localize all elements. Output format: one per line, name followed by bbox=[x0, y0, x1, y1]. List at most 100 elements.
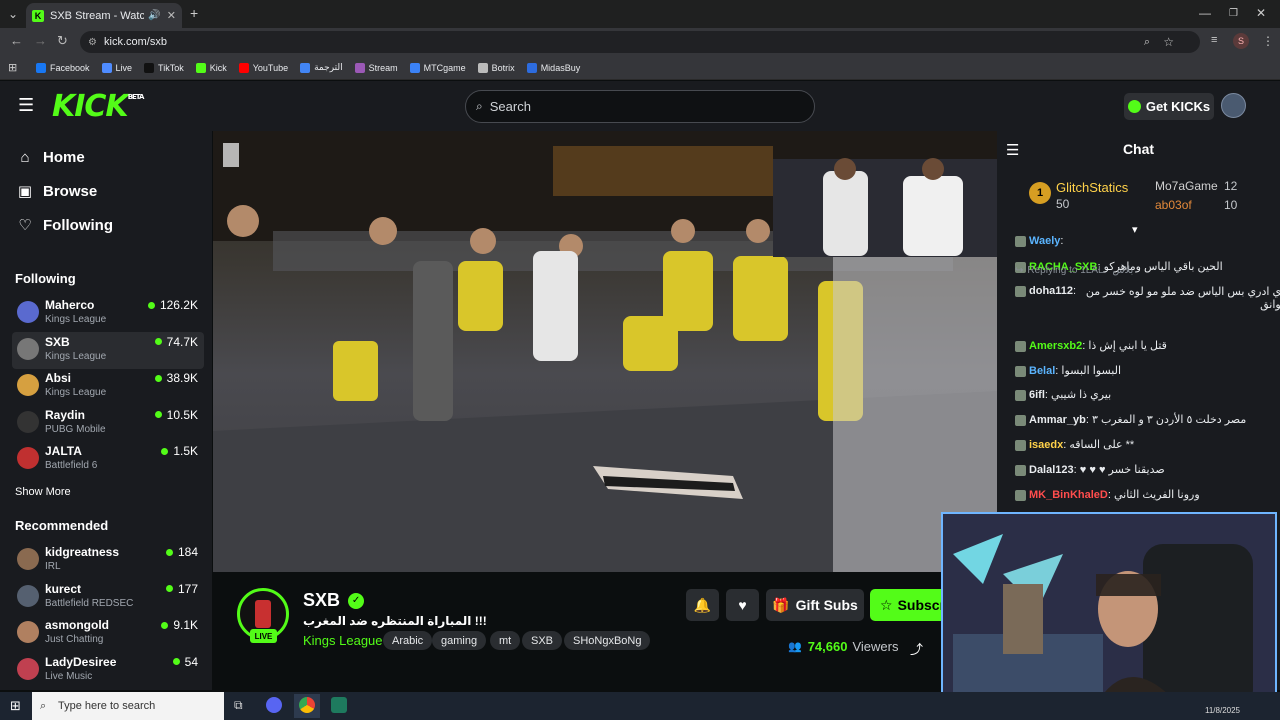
restore-icon[interactable]: ❐ bbox=[1229, 8, 1238, 19]
share-icon[interactable]: ⤴ bbox=[910, 639, 923, 658]
user-avatar[interactable] bbox=[1221, 93, 1246, 118]
stream-tag[interactable]: Arabic bbox=[383, 631, 433, 650]
close-tab-icon[interactable]: ✕ bbox=[167, 9, 176, 22]
bookmark-item[interactable]: MidasBuy bbox=[526, 62, 580, 73]
live-icon bbox=[101, 62, 112, 73]
bookmark-item[interactable]: Botrix bbox=[477, 62, 515, 73]
channel-name[interactable]: SXB bbox=[303, 590, 340, 611]
close-window-icon[interactable]: ✕ bbox=[1256, 6, 1266, 20]
gifter-3-count: 10 bbox=[1224, 198, 1238, 212]
expand-leaderboard-icon[interactable]: ▾ bbox=[1132, 223, 1138, 236]
kick-logo[interactable]: KICKBETA bbox=[52, 89, 144, 124]
bookmark-item[interactable]: Stream bbox=[354, 62, 398, 73]
bookmark-item[interactable]: الترجمة bbox=[300, 62, 343, 73]
chat-text: البسوا البسوا bbox=[1061, 365, 1122, 377]
video-player[interactable] bbox=[213, 131, 997, 572]
reload-icon[interactable]: ↻ bbox=[57, 33, 68, 49]
botrix-icon bbox=[477, 62, 488, 73]
gift-icon: 🎁 bbox=[772, 596, 790, 613]
viewer-count-value: 1.5K bbox=[173, 444, 198, 458]
zoom-icon[interactable]: ⌕ bbox=[1144, 36, 1150, 49]
nav-browse[interactable]: ▣ Browse bbox=[16, 182, 97, 201]
taskbar-search-input[interactable]: ⌕ Type here to search bbox=[32, 692, 224, 720]
sidebar-channel[interactable]: Raydin PUBG Mobile 10.5K bbox=[12, 405, 204, 442]
subscribe-button[interactable]: ☆ Subscr bbox=[870, 589, 944, 621]
url-field[interactable]: ⚙ kick.com/sxb ⌕ ☆ bbox=[80, 31, 1200, 53]
minimize-icon[interactable]: — bbox=[1199, 6, 1211, 20]
bookmark-label: TikTok bbox=[158, 62, 184, 73]
sidebar-channel[interactable]: Maherco Kings League 126.2K bbox=[12, 295, 204, 332]
logo-text: KICK bbox=[52, 89, 129, 124]
profile-avatar[interactable]: S bbox=[1233, 33, 1249, 49]
chat-username[interactable]: isaedx bbox=[1029, 439, 1063, 451]
viewer-count: 38.9K bbox=[154, 371, 198, 385]
top-gifter-name[interactable]: GlitchStatics bbox=[1056, 180, 1128, 195]
new-tab-icon[interactable]: + bbox=[190, 5, 198, 21]
sidebar-channel[interactable]: asmongold Just Chatting 9.1K bbox=[12, 615, 204, 652]
gifter-3-name[interactable]: ab03of bbox=[1155, 198, 1192, 212]
gift-subs-button[interactable]: 🎁 Gift Subs bbox=[766, 589, 864, 621]
discord-icon[interactable] bbox=[266, 697, 282, 713]
sidebar-channel[interactable]: Absi Kings League 38.9K bbox=[12, 368, 204, 405]
viewer-count: 54 bbox=[172, 655, 198, 669]
stream-tag[interactable]: gaming bbox=[432, 631, 487, 650]
audio-icon[interactable]: 🔊 bbox=[148, 10, 160, 21]
task-view-icon[interactable]: ⧉ bbox=[234, 698, 243, 713]
bookmark-label: Kick bbox=[209, 62, 227, 73]
chat-username[interactable]: Waely bbox=[1029, 235, 1060, 247]
sidebar-channel[interactable]: kidgreatness IRL 184 bbox=[12, 542, 204, 579]
rank-badge: 1 bbox=[1029, 182, 1051, 204]
chat-username[interactable]: Dalal123 bbox=[1029, 464, 1074, 476]
chat-username[interactable]: Belal bbox=[1029, 365, 1055, 377]
windows-start-icon[interactable]: ⊞ bbox=[10, 698, 21, 714]
search-input[interactable]: ⌕ Search bbox=[465, 90, 815, 123]
stream-tag[interactable]: SXB bbox=[522, 631, 563, 650]
stream-tag[interactable]: mt bbox=[490, 631, 521, 650]
bookmark-item[interactable]: TikTok bbox=[144, 62, 184, 73]
show-more-link[interactable]: Show More bbox=[15, 486, 71, 498]
get-kicks-button[interactable]: Get KICKs bbox=[1124, 93, 1214, 120]
forward-icon[interactable]: → bbox=[34, 33, 47, 48]
stream-tag[interactable]: SHoNgxBoNg bbox=[564, 631, 651, 650]
nav-home[interactable]: ⌂ Home bbox=[16, 149, 84, 166]
bookmark-item[interactable]: MTCgame bbox=[409, 62, 466, 73]
nav-following[interactable]: ♡ Following bbox=[16, 216, 113, 235]
bookmark-item[interactable]: Kick bbox=[195, 62, 227, 73]
live-dot-icon bbox=[161, 621, 169, 629]
bookmarks-bar: ⊞ Facebook Live TikTok Kick YouTube الترجمة St… bbox=[0, 56, 1280, 80]
apps-grid-icon[interactable]: ⊞ bbox=[8, 61, 17, 74]
browser-menu-icon[interactable]: ⋮ bbox=[1262, 34, 1274, 48]
browser-tab[interactable]: K SXB Stream - Watch Live on 🔊 ✕ bbox=[26, 3, 182, 28]
viewers-number: 74,660 bbox=[807, 639, 848, 654]
follow-button[interactable]: ♥ bbox=[726, 589, 759, 621]
stream-category[interactable]: Kings League bbox=[303, 633, 383, 648]
site-info-icon[interactable]: ⚙ bbox=[88, 37, 97, 48]
subscribe-label: Subscr bbox=[897, 597, 944, 613]
app-icon[interactable] bbox=[331, 697, 347, 713]
notifications-button[interactable]: 🔔 bbox=[686, 589, 719, 621]
sidebar-channel[interactable]: JALTA Battlefield 6 1.5K bbox=[12, 441, 204, 478]
viewer-count: 👥 74,660 Viewers bbox=[788, 639, 898, 654]
chat-username[interactable]: 6ifl bbox=[1029, 389, 1045, 401]
bookmark-item[interactable]: Live bbox=[101, 62, 132, 73]
channel-avatar bbox=[17, 548, 39, 570]
hamburger-menu-icon[interactable]: ☰ bbox=[18, 95, 34, 116]
viewer-count-value: 74.7K bbox=[166, 334, 198, 349]
bookmark-item[interactable]: YouTube bbox=[238, 62, 288, 73]
live-dot-icon bbox=[154, 411, 162, 418]
tab-list-icon[interactable]: ⌄ bbox=[8, 7, 18, 21]
bookmark-item[interactable]: Facebook bbox=[36, 62, 90, 73]
chat-username[interactable]: doha112 bbox=[1029, 285, 1073, 297]
sidebar-channel[interactable]: LadyDesiree Live Music 54 bbox=[12, 652, 204, 689]
chat-username[interactable]: MK_BinKhaleD bbox=[1029, 489, 1108, 501]
gifter-2-name[interactable]: Mo7aGame bbox=[1155, 179, 1218, 193]
chat-username[interactable]: Ammar_yb bbox=[1029, 414, 1086, 426]
channel-category: Kings League bbox=[45, 387, 107, 398]
media-controls-icon[interactable]: ≡ bbox=[1211, 34, 1217, 46]
back-icon[interactable]: ← bbox=[10, 33, 23, 48]
mtcgame-icon bbox=[409, 62, 420, 73]
chat-username[interactable]: Amersxb2 bbox=[1029, 340, 1082, 352]
bookmark-star-icon[interactable]: ☆ bbox=[1163, 35, 1174, 49]
sidebar-channel[interactable]: kurect Battlefield REDSEC 177 bbox=[12, 579, 204, 616]
sidebar-channel[interactable]: SXB Kings League 74.7K bbox=[12, 331, 204, 369]
